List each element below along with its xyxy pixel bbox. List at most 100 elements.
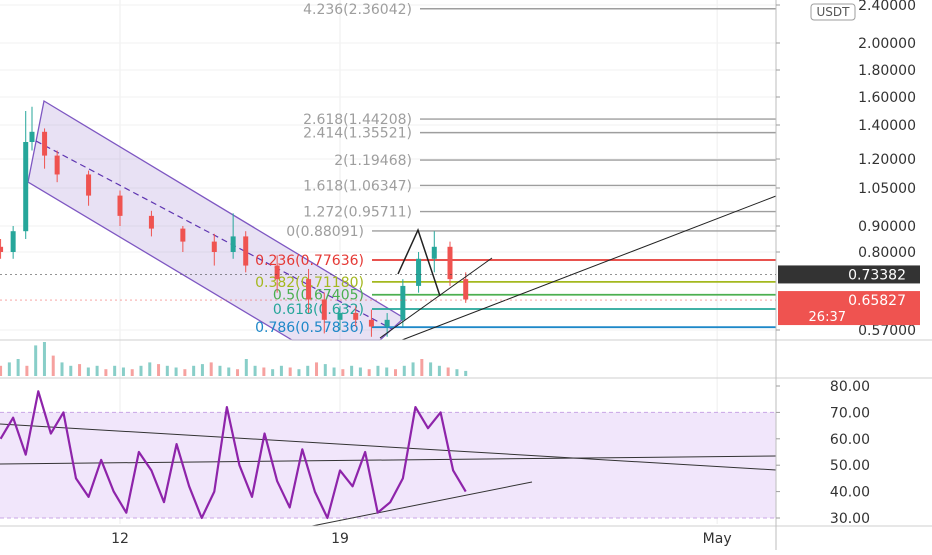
candle-body	[274, 265, 280, 280]
quote-currency-label: USDT	[817, 5, 851, 19]
candle-body	[86, 174, 92, 196]
price-badge-label: 0.65827	[848, 293, 906, 309]
volume-bar	[60, 362, 64, 376]
volume-bar	[51, 355, 55, 376]
price-tick-label: 1.40000	[858, 118, 916, 134]
candle-body	[243, 236, 249, 266]
volume-bar	[113, 365, 117, 376]
volume-bar	[16, 359, 20, 376]
volume-bar	[297, 369, 301, 376]
price-tick-label: 1.60000	[858, 90, 916, 106]
volume-bar	[385, 367, 389, 376]
oscillator-tick-label: 60.00	[830, 432, 870, 448]
oscillator-tick-label: 80.00	[830, 379, 870, 395]
price-tick-label: 1.20000	[858, 152, 916, 168]
chart-root: 4.236(2.36042) 2.618(1.44208) 2.414(1.3552…	[0, 0, 932, 550]
candle-body	[54, 155, 60, 175]
volume-bar	[200, 364, 204, 376]
volume-bar	[236, 369, 240, 376]
fib-level-label: 1.272(0.95711)	[303, 205, 412, 221]
volume-bar	[218, 365, 222, 376]
fib-level-label: 0(0.88091)	[286, 224, 364, 240]
volume-bar	[25, 365, 29, 376]
candle-body	[368, 319, 374, 327]
candle-body	[400, 285, 406, 320]
volume-bar	[139, 365, 143, 376]
oscillator-tick-label: 50.00	[830, 458, 870, 474]
fib-level-label: 0.618(0.632)	[273, 302, 364, 318]
volume-bar	[78, 364, 82, 376]
volume-bar	[262, 367, 266, 376]
candle-body	[148, 215, 154, 229]
volume-bar	[429, 362, 433, 376]
oscillator-band-fill	[0, 412, 776, 518]
volume-bar	[358, 367, 362, 376]
volume-bar	[288, 367, 292, 376]
oscillator-band	[0, 411, 776, 519]
quote-currency-badge: USDT	[810, 3, 856, 21]
volume-bar	[271, 369, 275, 376]
volume-bar	[121, 367, 125, 376]
volume-bar	[86, 367, 90, 376]
volume-bar	[104, 369, 108, 376]
volume-bar	[279, 365, 283, 376]
candle-body	[463, 279, 469, 300]
x-tick-label: May	[703, 531, 732, 547]
volume-bar	[367, 369, 371, 376]
volume-bar	[42, 342, 46, 376]
volume-bar	[455, 369, 459, 376]
volume-bar	[376, 365, 380, 376]
volume-bar	[402, 365, 406, 376]
price-tick-label: 1.80000	[858, 63, 916, 79]
volume-bar	[130, 369, 134, 376]
fib-level-label: 0.786(0.57836)	[255, 320, 364, 336]
candle-body	[0, 246, 4, 252]
volume-bar	[323, 364, 327, 376]
fib-level-label: 2(1.19468)	[334, 153, 412, 169]
volume-bar	[183, 369, 187, 376]
candle-body	[353, 313, 359, 320]
price-tick-label: 1.05000	[858, 181, 916, 197]
volume-bar	[394, 369, 398, 376]
candle-body	[306, 279, 312, 300]
trendline	[379, 257, 493, 339]
volume-bar	[7, 362, 11, 376]
volume-bar	[95, 365, 99, 376]
volume-bar	[174, 367, 178, 376]
chart-canvas: 4.236(2.36042)2.618(1.44208)2.414(1.3552…	[0, 0, 932, 550]
volume-bar	[332, 367, 336, 376]
volume-bar	[315, 362, 319, 376]
oscillator-tick-label: 30.00	[830, 511, 870, 527]
candle-body	[431, 246, 437, 259]
volume-bar	[227, 367, 231, 376]
volume-bar	[306, 365, 310, 376]
fib-level-label: 1.618(1.06347)	[303, 178, 412, 194]
volume-bar	[244, 359, 248, 376]
fibonacci-levels: 4.236(2.36042)2.618(1.44208)2.414(1.3552…	[255, 2, 776, 336]
fib-level-label: 0.236(0.77636)	[255, 253, 364, 269]
candle-body	[23, 142, 29, 232]
candle-body	[42, 131, 48, 156]
price-tick-label: 2.00000	[858, 36, 916, 52]
candle-body	[230, 236, 236, 252]
x-tick-label: 19	[331, 531, 349, 547]
price-tick-label: 2.40000	[858, 0, 916, 14]
price-tick-label: 0.57000	[858, 323, 916, 339]
volume-bar	[69, 365, 73, 376]
price-tick-label: 0.90000	[858, 219, 916, 235]
candle-body	[29, 131, 35, 142]
price-badge-label: 0.73382	[848, 267, 906, 283]
candle-body	[117, 195, 123, 216]
oscillator-tick-label: 70.00	[830, 405, 870, 421]
volume-bar	[192, 365, 196, 376]
candle-body	[416, 258, 422, 286]
trendline	[401, 195, 777, 341]
volume-bar	[34, 345, 38, 376]
volume-bar	[157, 364, 161, 376]
volume-bar	[253, 365, 257, 376]
volume-bar	[350, 365, 354, 376]
price-tick-label: 0.80000	[858, 245, 916, 261]
volume-bar	[446, 367, 450, 376]
oscillator-tick-label: 40.00	[830, 485, 870, 501]
volume-bar	[0, 365, 3, 376]
